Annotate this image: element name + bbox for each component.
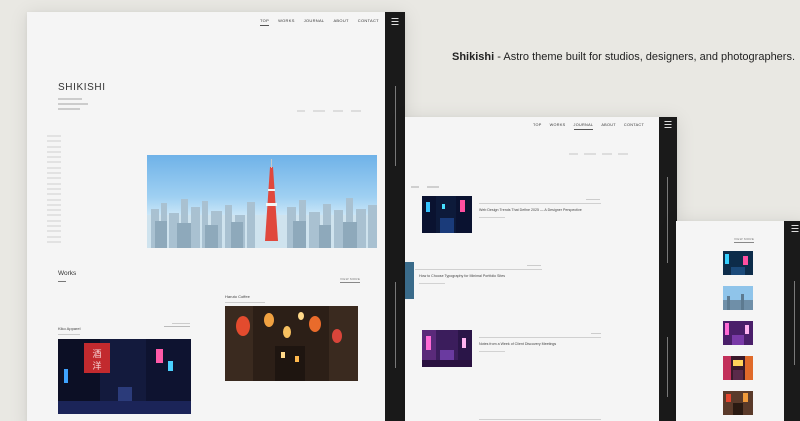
work-2-title[interactable]: Haruto Coffee <box>225 294 250 299</box>
nav-top[interactable]: TOP <box>533 123 542 127</box>
work-1-photo[interactable]: 酒 洋 <box>58 339 191 414</box>
works-heading: Works <box>58 270 77 282</box>
gallery-page-preview: VIEW MORE <box>676 221 800 421</box>
work-2-subtitle <box>225 300 265 304</box>
post-3-meta <box>479 350 505 353</box>
nav-top[interactable]: TOP <box>260 18 270 26</box>
svg-text:洋: 洋 <box>92 360 101 372</box>
gallery-thumb-1[interactable] <box>723 251 753 275</box>
tagline-brand: Shikishi <box>452 51 495 63</box>
post-1-thumbnail[interactable] <box>422 196 472 233</box>
post-1-meta <box>479 216 505 219</box>
works-view-more-link[interactable]: VIEW MORE <box>340 277 361 283</box>
hero-city-photo <box>147 155 377 248</box>
journal-side-rail <box>659 117 677 421</box>
post-1-category <box>586 198 600 201</box>
journal-page-preview: TOP WORKS JOURNAL ABOUT CONTACT Web Desi… <box>405 117 677 421</box>
nav-contact[interactable]: CONTACT <box>624 123 644 127</box>
gallery-thumb-2[interactable] <box>723 286 753 310</box>
hamburger-menu-icon[interactable] <box>664 121 672 128</box>
home-page-preview: TOP WORKS JOURNAL ABOUT CONTACT SHIKISHI <box>27 12 405 421</box>
work-2-photo[interactable] <box>225 306 358 381</box>
tagline: Shikishi - Astro theme built for studios… <box>452 51 796 63</box>
post-3-divider <box>479 337 601 338</box>
brand-title: SHIKISHI <box>58 82 106 93</box>
gallery-thumb-5[interactable] <box>723 391 753 415</box>
rail-vertical-text <box>793 281 797 365</box>
post-2-category <box>527 264 541 267</box>
nav-journal[interactable]: JOURNAL <box>573 123 594 130</box>
post-2-thumbnail[interactable] <box>405 262 414 299</box>
breadcrumb <box>411 175 440 193</box>
nav-about[interactable]: ABOUT <box>333 18 348 23</box>
svg-text:酒: 酒 <box>92 349 101 360</box>
gallery-side-rail <box>784 221 800 421</box>
hamburger-menu-icon[interactable] <box>791 225 799 232</box>
rail-vertical-text <box>394 86 398 166</box>
nav-works[interactable]: WORKS <box>278 18 295 23</box>
nav-contact[interactable]: CONTACT <box>358 18 379 23</box>
work-1-category <box>164 322 190 327</box>
post-2-meta <box>419 282 445 285</box>
nav-about[interactable]: ABOUT <box>601 123 616 127</box>
post-3-category <box>591 332 601 335</box>
work-1-subtitle <box>58 332 80 336</box>
rail-vertical-text-lower <box>394 282 398 368</box>
home-side-rail <box>385 12 405 421</box>
main-nav: TOP WORKS JOURNAL ABOUT CONTACT <box>260 18 379 26</box>
rail-vertical-text-lower <box>666 337 670 397</box>
tagline-text: - Astro theme built for studios, designe… <box>494 51 796 63</box>
post-2-divider <box>415 269 542 270</box>
faded-side-index <box>47 135 61 243</box>
faded-submenu <box>297 110 361 112</box>
post-1-title[interactable]: Web Design Trends That Define 2025 — A D… <box>479 208 582 212</box>
post-1-divider <box>479 203 601 204</box>
hamburger-menu-icon[interactable] <box>391 18 399 25</box>
gallery-thumb-3[interactable] <box>723 321 753 345</box>
journal-nav: TOP WORKS JOURNAL ABOUT CONTACT <box>533 123 644 130</box>
work-1-title[interactable]: Kiko Apparel <box>58 326 80 331</box>
faded-submenu <box>569 153 628 155</box>
rail-vertical-text <box>666 177 670 263</box>
post-4-divider <box>479 419 601 420</box>
brand-subtitle <box>58 98 88 110</box>
post-3-title[interactable]: Notes from a Week of Client Discovery Me… <box>479 342 556 346</box>
gallery-view-more-link[interactable]: VIEW MORE <box>734 237 755 243</box>
nav-works[interactable]: WORKS <box>550 123 566 127</box>
post-2-title[interactable]: How to Choose Typography for Minimal Por… <box>419 274 505 278</box>
gallery-thumb-4[interactable] <box>723 356 753 380</box>
post-3-thumbnail[interactable] <box>422 330 472 367</box>
nav-journal[interactable]: JOURNAL <box>304 18 325 23</box>
